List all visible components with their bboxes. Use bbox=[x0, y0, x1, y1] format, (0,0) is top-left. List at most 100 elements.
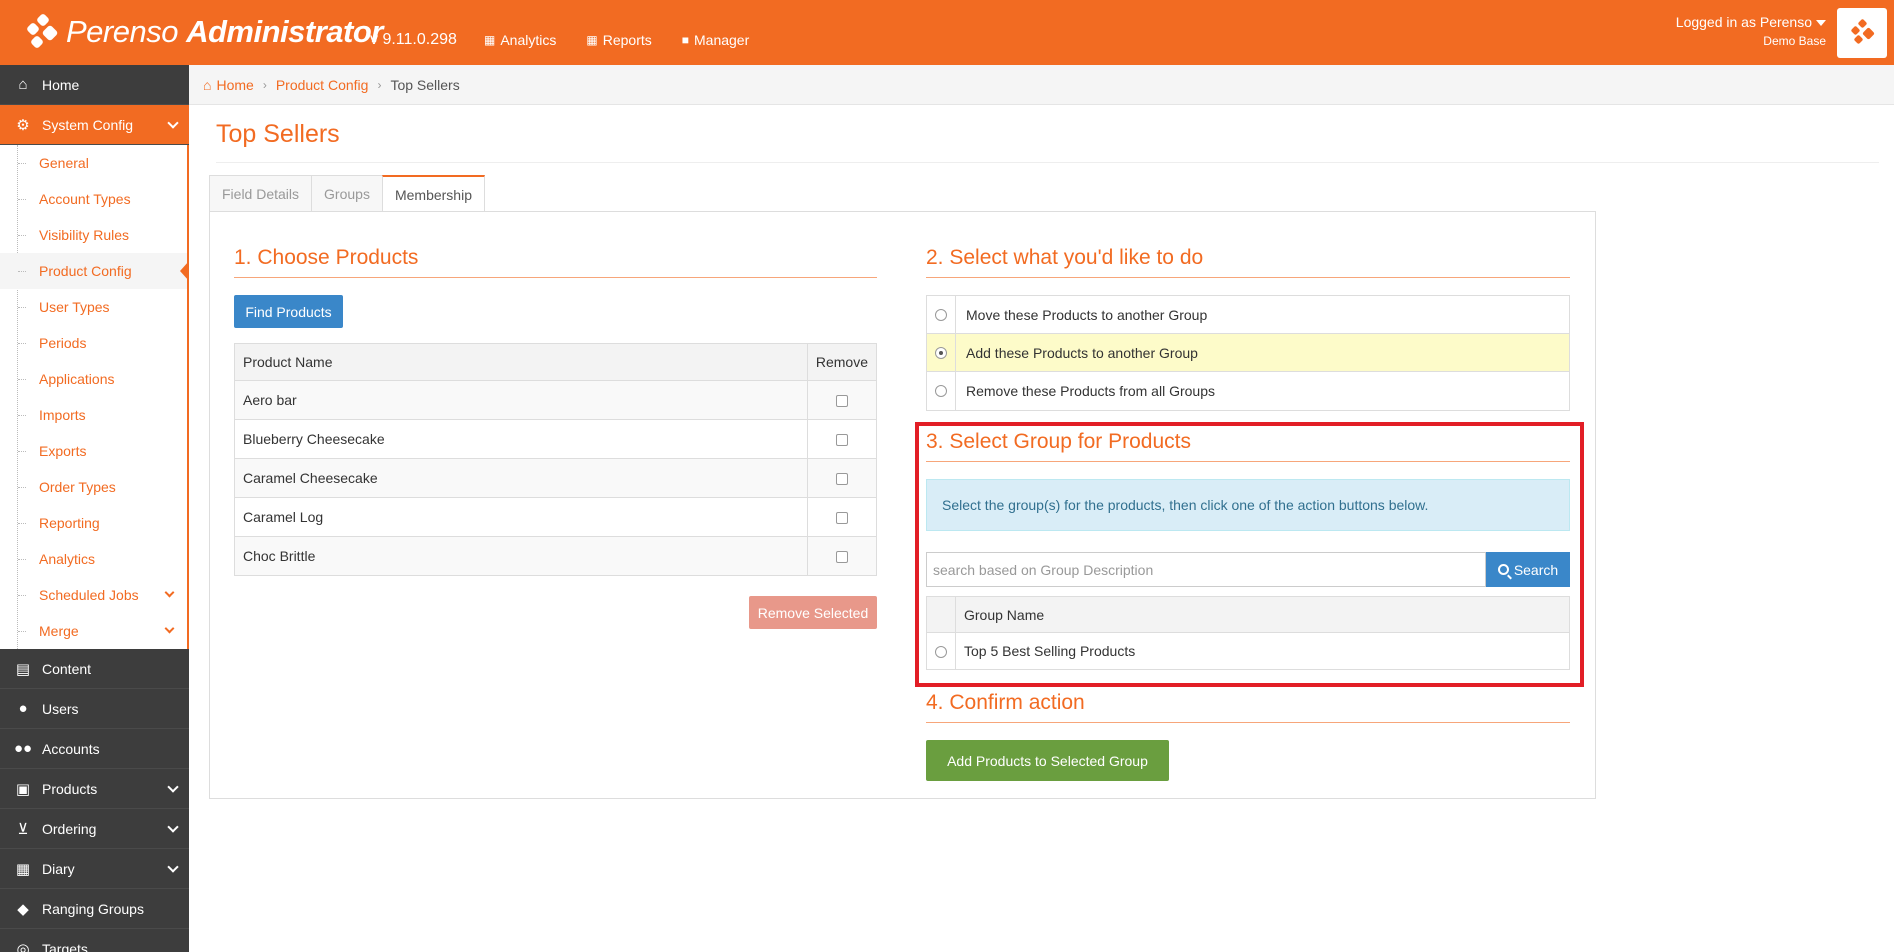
remove-checkbox[interactable] bbox=[835, 551, 848, 564]
brand[interactable]: Perenso Administrator bbox=[24, 12, 383, 52]
sidebar: ⌂ Home ⚙ System Config General Account Typ… bbox=[0, 65, 189, 952]
section-1-divider bbox=[234, 277, 877, 278]
top-nav: ▦ Analytics ▦ Reports ■ Manager bbox=[484, 32, 749, 48]
action-options: Move these Products to another Group Add… bbox=[926, 295, 1570, 411]
table-row: Aero bar bbox=[234, 380, 878, 420]
section-3-title: 3. Select Group for Products bbox=[926, 430, 1191, 453]
table-row: Top 5 Best Selling Products bbox=[926, 632, 1570, 670]
home-icon[interactable]: ⌂ bbox=[203, 77, 211, 93]
section-2-title: 2. Select what you'd like to do bbox=[926, 246, 1204, 269]
chevron-down-icon bbox=[167, 821, 179, 833]
sidebar-item-scheduled-jobs[interactable]: Scheduled Jobs bbox=[0, 577, 187, 613]
caret-down-icon bbox=[1816, 20, 1826, 27]
add-to-group-button[interactable]: Add Products to Selected Group bbox=[926, 740, 1169, 781]
sidebar-item-exports[interactable]: Exports bbox=[0, 433, 187, 469]
breadcrumb-home[interactable]: Home bbox=[216, 77, 253, 93]
sidebar-item-user-types[interactable]: User Types bbox=[0, 289, 187, 325]
sidebar-item-diary[interactable]: ▦ Diary bbox=[0, 849, 189, 889]
sidebar-item-general[interactable]: General bbox=[0, 145, 187, 181]
remove-checkbox[interactable] bbox=[835, 473, 848, 486]
sidebar-item-merge[interactable]: Merge bbox=[0, 613, 187, 649]
sidebar-item-product-config[interactable]: Product Config bbox=[0, 253, 189, 289]
target-icon: ◎ bbox=[16, 940, 30, 952]
tab-field-details[interactable]: Field Details bbox=[209, 175, 313, 211]
nav-analytics[interactable]: ▦ Analytics bbox=[484, 32, 556, 48]
breadcrumb: ⌂ Home › Product Config › Top Sellers bbox=[189, 65, 1894, 105]
sidebar-item-visibility-rules[interactable]: Visibility Rules bbox=[0, 217, 187, 253]
tab-groups[interactable]: Groups bbox=[311, 175, 383, 211]
sidebar-item-targets[interactable]: ◎ Targets bbox=[0, 929, 189, 952]
title-divider bbox=[216, 162, 1879, 163]
info-alert: Select the group(s) for the products, th… bbox=[926, 479, 1570, 531]
gift-icon: ▣ bbox=[15, 780, 31, 798]
version-label: v 9.11.0.298 bbox=[370, 31, 457, 48]
chevron-right-icon: › bbox=[262, 77, 267, 92]
remove-checkbox[interactable] bbox=[835, 512, 848, 525]
cubes-icon: ◆ bbox=[17, 900, 29, 918]
sidebar-item-ordering[interactable]: ⊻ Ordering bbox=[0, 809, 189, 849]
briefcase-icon: ■ bbox=[681, 33, 689, 47]
groups-table: Group Name Top 5 Best Selling Products bbox=[926, 596, 1570, 670]
sidebar-item-applications[interactable]: Applications bbox=[0, 361, 187, 397]
sidebar-item-users[interactable]: ● Users bbox=[0, 689, 189, 729]
group-radio[interactable] bbox=[935, 646, 947, 659]
sidebar-item-products[interactable]: ▣ Products bbox=[0, 769, 189, 809]
sidebar-item-account-types[interactable]: Account Types bbox=[0, 181, 187, 217]
remove-checkbox[interactable] bbox=[835, 395, 848, 408]
section-4-title: 4. Confirm action bbox=[926, 691, 1085, 714]
product-name: Caramel Cheesecake bbox=[234, 458, 808, 498]
table-icon: ▦ bbox=[586, 33, 598, 47]
chevron-down-icon bbox=[164, 623, 175, 634]
sidebar-item-ranging-groups[interactable]: ◆ Ranging Groups bbox=[0, 889, 189, 929]
base-label: Demo Base bbox=[1763, 34, 1826, 48]
breadcrumb-product-config[interactable]: Product Config bbox=[276, 77, 369, 93]
user-menu[interactable]: Logged in as Perenso Demo Base bbox=[1676, 14, 1826, 48]
breadcrumb-current: Top Sellers bbox=[390, 76, 460, 93]
product-name: Blueberry Cheesecake bbox=[234, 419, 808, 459]
remove-selected-button[interactable]: Remove Selected bbox=[749, 596, 877, 629]
radio-remove[interactable] bbox=[935, 385, 947, 397]
table-row: Caramel Log bbox=[234, 497, 878, 537]
find-products-button[interactable]: Find Products bbox=[234, 295, 343, 328]
sidebar-item-system-config[interactable]: ⚙ System Config bbox=[0, 105, 189, 145]
radio-move[interactable] bbox=[935, 308, 947, 321]
sidebar-item-analytics[interactable]: Analytics bbox=[0, 541, 187, 577]
calendar-icon: ▦ bbox=[15, 860, 31, 878]
section-3-divider bbox=[926, 461, 1570, 462]
sidebar-item-periods[interactable]: Periods bbox=[0, 325, 187, 361]
option-remove[interactable]: Remove these Products from all Groups bbox=[927, 372, 1569, 410]
sidebar-item-content[interactable]: ▤ Content bbox=[0, 649, 189, 689]
search-icon bbox=[1497, 564, 1509, 575]
avatar[interactable] bbox=[1837, 8, 1887, 58]
chevron-down-icon bbox=[167, 117, 179, 129]
sidebar-item-accounts[interactable]: ●● Accounts bbox=[0, 729, 189, 769]
product-name: Caramel Log bbox=[234, 497, 808, 537]
search-button[interactable]: Search bbox=[1486, 552, 1570, 587]
radio-add[interactable] bbox=[935, 346, 947, 359]
perenso-logo-icon bbox=[24, 12, 59, 50]
tab-bar: Field Details Groups Membership bbox=[209, 175, 485, 212]
chevron-down-icon bbox=[164, 587, 175, 598]
top-bar: Perenso Administrator v 9.11.0.298 ▦ Anal… bbox=[0, 0, 1894, 65]
sidebar-item-imports[interactable]: Imports bbox=[0, 397, 187, 433]
col-product-name: Product Name bbox=[234, 343, 808, 381]
home-icon: ⌂ bbox=[18, 76, 28, 93]
section-4-divider bbox=[926, 722, 1570, 723]
group-search-input[interactable]: search based on Group Description bbox=[926, 552, 1486, 587]
option-move[interactable]: Move these Products to another Group bbox=[927, 296, 1569, 334]
remove-checkbox[interactable] bbox=[835, 434, 848, 447]
section-1-title: 1. Choose Products bbox=[234, 246, 419, 269]
sidebar-item-order-types[interactable]: Order Types bbox=[0, 469, 187, 505]
file-icon: ▤ bbox=[15, 660, 31, 678]
sidebar-item-home[interactable]: ⌂ Home bbox=[0, 65, 189, 105]
section-2-divider bbox=[926, 277, 1570, 278]
nav-manager[interactable]: ■ Manager bbox=[682, 32, 750, 48]
nav-reports[interactable]: ▦ Reports bbox=[586, 32, 651, 48]
col-group-name: Group Name bbox=[955, 596, 1570, 633]
brand-text: Perenso Administrator bbox=[66, 14, 383, 49]
option-add[interactable]: Add these Products to another Group bbox=[927, 334, 1569, 372]
gear-icon: ⚙ bbox=[16, 116, 30, 134]
table-row: Choc Brittle bbox=[234, 536, 878, 576]
sidebar-item-reporting[interactable]: Reporting bbox=[0, 505, 187, 541]
tab-membership[interactable]: Membership bbox=[381, 175, 485, 212]
